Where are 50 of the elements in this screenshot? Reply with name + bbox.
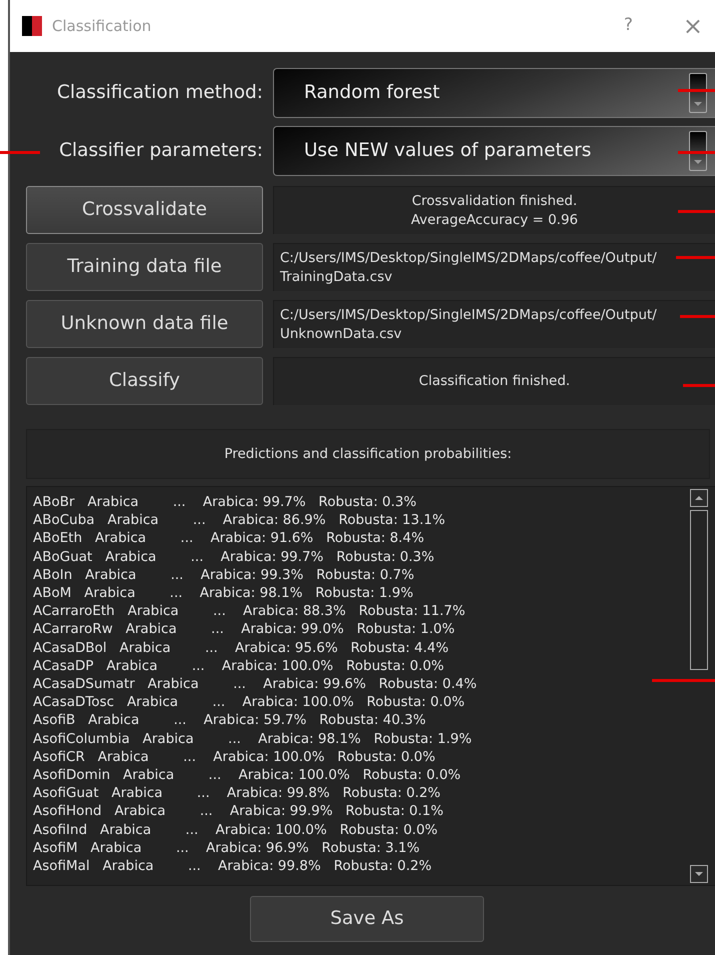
scroll-down-icon[interactable] xyxy=(690,865,708,883)
results-heading: Predictions and classification probabilities: xyxy=(26,429,710,479)
result-line: ABoBr Arabica ... Arabica: 99.7% Robusta: 0.3% xyxy=(33,493,416,512)
result-line: ABoM Arabica ... Arabica: 98.1% Robusta: 1.9% xyxy=(33,584,414,602)
file-path-text: C:/Users/IMS/Desktop/SingleIMS/2DMaps/coffee/Output/ TrainingData.csv xyxy=(280,248,657,286)
leader-line xyxy=(678,210,715,213)
result-line: ACasaDSumatr Arabica ... Arabica: 99.6% Robusta: 0.4% xyxy=(33,675,477,694)
help-button[interactable]: ? xyxy=(624,13,633,39)
leader-line xyxy=(678,89,715,92)
action-button[interactable]: Training data file xyxy=(26,243,263,291)
result-line: ABoIn Arabica ... Arabica: 99.3% Robusta: 0.7% xyxy=(33,566,414,584)
status-text: Classification finished. xyxy=(418,372,570,391)
action-button[interactable]: Crossvalidate xyxy=(26,186,263,234)
result-line: AsofiM Arabica ... Arabica: 96.9% Robusta: 3.1% xyxy=(33,838,420,858)
result-line: ABoCuba Arabica ... Arabica: 86.9% Robusta: 13.1% xyxy=(33,511,446,530)
save-as-button[interactable]: Save As xyxy=(250,896,484,942)
leader-line xyxy=(678,151,715,154)
leader-line xyxy=(680,315,715,318)
result-line: AsofiCR Arabica ... Arabica: 100.0% Robusta: 0.0% xyxy=(33,748,436,766)
field-label: Classification method: xyxy=(56,81,263,106)
dropdown[interactable]: Random forest xyxy=(273,68,715,118)
action-button[interactable]: Unknown data file xyxy=(26,300,263,348)
scroll-up-icon[interactable] xyxy=(690,489,708,507)
result-line: ACarraroRw Arabica ... Arabica: 99.0% Robusta: 1.0% xyxy=(33,620,455,639)
result-line: AsofiGuat Arabica ... Arabica: 99.8% Robusta: 0.2% xyxy=(33,784,440,802)
result-line: ACasaDP Arabica ... Arabica: 100.0% Robusta: 0.0% xyxy=(33,656,444,676)
close-button[interactable]: × xyxy=(682,8,703,44)
result-line: ACarraroEth Arabica ... Arabica: 88.3% Robusta: 11.7% xyxy=(33,602,466,620)
file-path-text: C:/Users/IMS/Desktop/SingleIMS/2DMaps/coffee/Output/ UnknownData.csv xyxy=(280,306,657,344)
result-line: AsofiInd Arabica ... Arabica: 100.0% Robusta: 0.0% xyxy=(33,820,438,839)
field-label: Classifier parameters: xyxy=(58,139,263,164)
leader-line xyxy=(683,384,715,387)
result-line: AsofiHond Arabica ... Arabica: 99.9% Robusta: 0.1% xyxy=(33,802,444,821)
leader-line xyxy=(652,679,715,682)
result-line: AsofiMal Arabica ... Arabica: 99.8% Robusta: 0.2% xyxy=(33,857,432,876)
result-line: ACasaDBol Arabica ... Arabica: 95.6% Robusta: 4.4% xyxy=(33,638,449,657)
result-line: AsofiDomin Arabica ... Arabica: 100.0% Robusta: 0.0% xyxy=(33,766,461,784)
result-line: ABoGuat Arabica ... Arabica: 99.7% Robusta: 0.3% xyxy=(33,548,434,566)
app-icon xyxy=(22,16,42,36)
result-line: AsofiColumbia Arabica ... Arabica: 98.1% Robusta: 1.9% xyxy=(33,730,472,748)
window-title: Classification xyxy=(52,16,152,37)
status-text: Crossvalidation finished. AverageAccuracy = 0.96 xyxy=(410,192,578,230)
action-button[interactable]: Classify xyxy=(26,357,263,405)
result-line: AsofiB Arabica ... Arabica: 59.7% Robusta: 40.3% xyxy=(33,711,426,730)
dropdown[interactable]: Use NEW values of parameters xyxy=(273,126,715,176)
leader-line xyxy=(676,256,715,259)
result-line: ABoEth Arabica ... Arabica: 91.6% Robusta: 8.4% xyxy=(33,529,424,548)
result-line: ACasaDTosc Arabica ... Arabica: 100.0% Robusta: 0.0% xyxy=(33,693,465,712)
scrollbar-thumb[interactable] xyxy=(690,510,708,670)
leader-line xyxy=(0,151,40,154)
